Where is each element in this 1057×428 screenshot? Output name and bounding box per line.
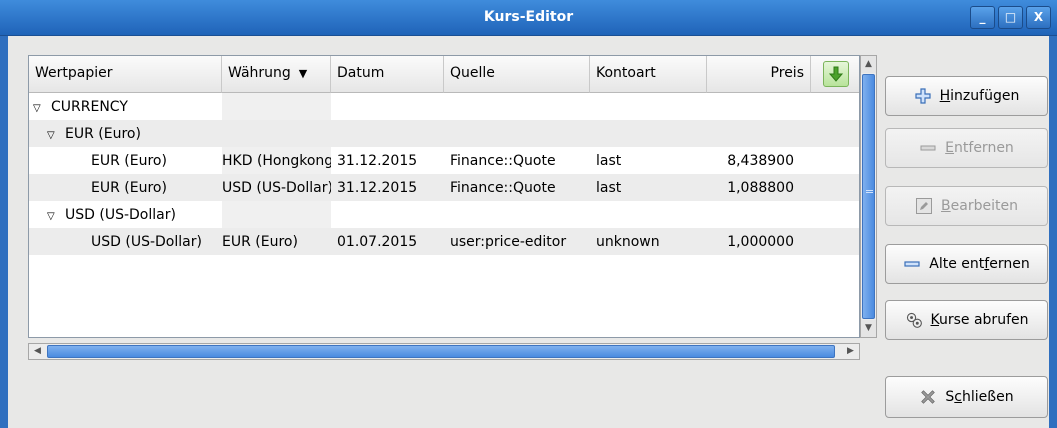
cell-date: 31.12.2015 <box>337 179 418 196</box>
cell-currency: USD (US-Dollar) <box>222 179 331 196</box>
tree-row[interactable]: USD (US-Dollar) EUR (Euro) 01.07.2015 us… <box>29 228 859 255</box>
tree-row[interactable]: ▽ USD (US-Dollar) <box>29 201 859 228</box>
remove-old-button[interactable]: Alte entfernen <box>885 244 1048 284</box>
tree-row[interactable]: EUR (Euro) HKD (Hongkong-Dollar) 31.12.2… <box>29 147 859 174</box>
horizontal-scrollbar[interactable]: ◀ ▶ <box>28 343 860 360</box>
cell-currency: HKD (Hongkong-Dollar) <box>222 152 331 169</box>
close-x-icon <box>919 388 937 406</box>
edit-button-label: Bearbeiten <box>941 198 1018 214</box>
column-header-type[interactable]: Kontoart <box>590 56 707 93</box>
close-button-label: Schließen <box>945 389 1014 405</box>
minus-icon <box>919 139 937 157</box>
cell-security: ▽ CURRENCY <box>29 99 222 115</box>
minus-icon <box>903 255 921 273</box>
cell-type: last <box>596 179 622 196</box>
window-frame-right <box>1049 36 1057 428</box>
cell-source: user:price-editor <box>450 233 567 250</box>
expander-open-icon[interactable]: ▽ <box>47 130 61 141</box>
minimize-button[interactable]: _ <box>970 6 995 29</box>
cell-security: USD (US-Dollar) <box>91 233 202 250</box>
scroll-right-icon[interactable]: ▶ <box>842 344 859 359</box>
row-label: EUR (Euro) <box>65 125 141 142</box>
cell-security: EUR (Euro) <box>91 179 167 196</box>
cell-date: 31.12.2015 <box>337 152 418 169</box>
cell-security: ▽ EUR (Euro) <box>29 126 222 142</box>
row-label: USD (US-Dollar) <box>65 206 176 223</box>
column-selector-button[interactable] <box>811 56 859 93</box>
window-title: Kurs-Editor <box>483 9 574 25</box>
expander-open-icon[interactable]: ▽ <box>33 103 47 114</box>
tree-rows: ▽ CURRENCY ▽ EUR (Euro) EUR (Euro) HKD (Ho… <box>29 93 859 255</box>
cell-price: 8,438900 <box>727 152 794 169</box>
cell-source: Finance::Quote <box>450 179 556 196</box>
fetch-quotes-button-label: Kurse abrufen <box>930 312 1029 328</box>
cell-security: EUR (Euro) <box>91 152 167 169</box>
maximize-button[interactable]: □ <box>998 6 1023 29</box>
grip-icon <box>866 190 873 200</box>
cell-type: unknown <box>596 233 660 250</box>
remove-button[interactable]: Entfernen <box>885 128 1048 168</box>
column-header-currency[interactable]: Währung ▼ <box>222 56 331 93</box>
vertical-scrollbar[interactable]: ▲ ▼ <box>860 55 877 338</box>
add-button-label: Hinzufügen <box>939 88 1020 104</box>
green-down-arrow-icon <box>822 61 849 87</box>
vertical-scroll-thumb[interactable] <box>862 74 875 319</box>
tree-header: Wertpapier Währung ▼ Datum Quelle Kontoar… <box>29 56 859 93</box>
expander-open-icon[interactable]: ▽ <box>47 211 61 222</box>
remove-button-label: Entfernen <box>945 140 1014 156</box>
scroll-up-icon[interactable]: ▲ <box>861 56 876 73</box>
edit-icon <box>915 197 933 215</box>
title-bar: Kurs-Editor _ □ X <box>0 0 1057 36</box>
sort-descending-icon: ▼ <box>298 67 308 80</box>
cell-currency: EUR (Euro) <box>222 233 298 250</box>
close-window-button[interactable]: X <box>1026 6 1051 29</box>
cell-security: ▽ USD (US-Dollar) <box>29 207 222 223</box>
close-button[interactable]: Schließen <box>885 376 1048 418</box>
cell-price: 1,000000 <box>727 233 794 250</box>
edit-button[interactable]: Bearbeiten <box>885 186 1048 226</box>
fetch-quotes-button[interactable]: Kurse abrufen <box>885 300 1048 340</box>
column-header-date[interactable]: Datum <box>331 56 444 93</box>
cell-source: Finance::Quote <box>450 152 556 169</box>
remove-old-button-label: Alte entfernen <box>929 256 1030 272</box>
column-header-currency-label: Währung <box>228 65 291 81</box>
add-button[interactable]: Hinzufügen <box>885 76 1048 116</box>
tree-row[interactable]: EUR (Euro) USD (US-Dollar) 31.12.2015 Fi… <box>29 174 859 201</box>
scroll-down-icon[interactable]: ▼ <box>861 320 876 337</box>
plus-icon <box>914 87 932 105</box>
price-tree-view[interactable]: Wertpapier Währung ▼ Datum Quelle Kontoar… <box>28 55 860 338</box>
horizontal-scroll-thumb[interactable] <box>47 345 835 358</box>
column-header-security[interactable]: Wertpapier <box>29 56 222 93</box>
column-header-source[interactable]: Quelle <box>444 56 590 93</box>
scroll-left-icon[interactable]: ◀ <box>29 344 46 359</box>
window-frame-left <box>0 36 8 428</box>
gears-icon <box>905 311 923 329</box>
cell-date: 01.07.2015 <box>337 233 418 250</box>
tree-row[interactable]: ▽ CURRENCY <box>29 93 859 120</box>
tree-row[interactable]: ▽ EUR (Euro) <box>29 120 859 147</box>
column-header-price[interactable]: Preis <box>707 56 811 93</box>
cell-price: 1,088800 <box>727 179 794 196</box>
window-controls: _ □ X <box>970 6 1051 29</box>
cell-type: last <box>596 152 622 169</box>
row-label: CURRENCY <box>51 98 128 115</box>
